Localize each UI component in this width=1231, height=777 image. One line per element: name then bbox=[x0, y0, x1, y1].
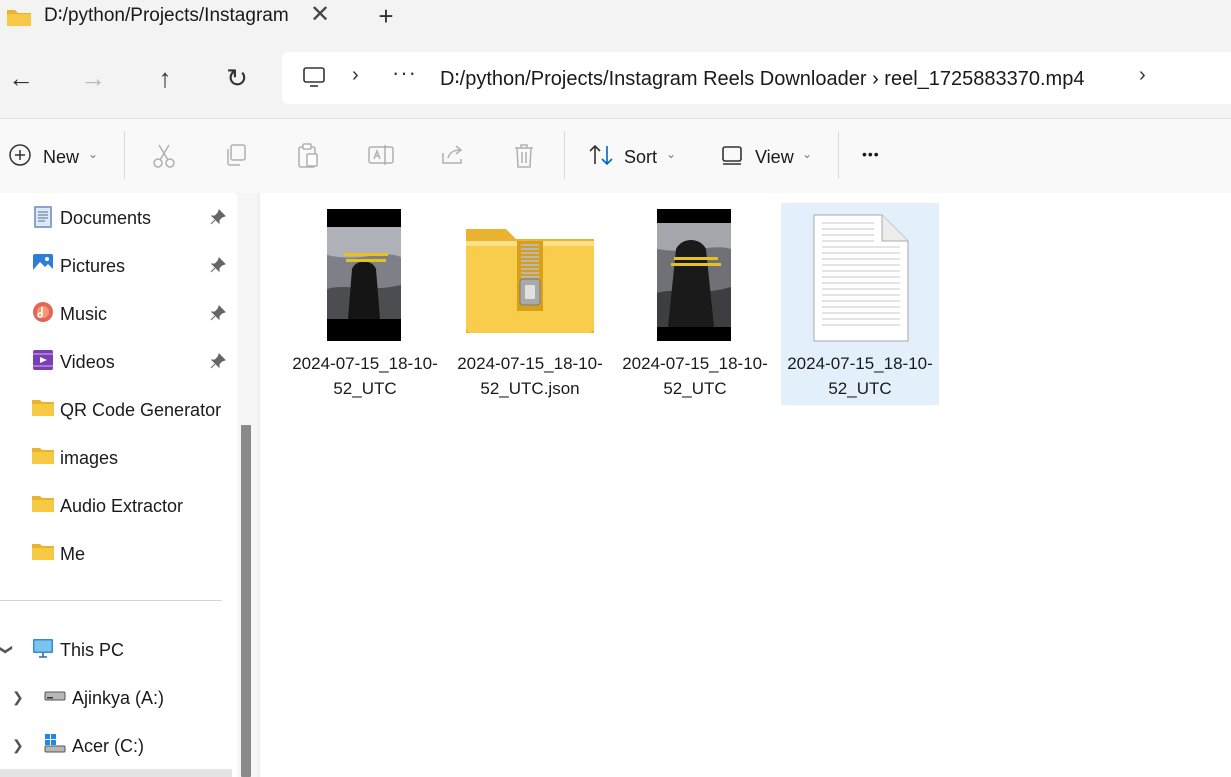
documents-icon bbox=[32, 205, 54, 234]
sort-label: Sort bbox=[624, 147, 658, 167]
file-name: 2024-07-15_18-10-52_UTC.json bbox=[457, 354, 603, 398]
sidebar-item-images[interactable]: images bbox=[0, 437, 236, 477]
forward-button[interactable]: → bbox=[78, 63, 108, 93]
file-name: 2024-07-15_18-10-52_UTC bbox=[787, 354, 933, 398]
sidebar-item-label: Ajinkya (A:) bbox=[72, 688, 165, 708]
tab-title: D∶/python/Projects/Instagram Reels Downl… bbox=[44, 5, 294, 26]
close-icon[interactable]: ✕ bbox=[308, 3, 332, 27]
plus-circle-icon bbox=[8, 143, 32, 172]
file-item[interactable]: 2024-07-15_18-10-52_UTC bbox=[616, 203, 774, 405]
sidebar-item-music[interactable]: Music bbox=[0, 293, 236, 333]
sidebar-item-label: This PC bbox=[60, 640, 125, 660]
navigation-bar: ← → ↑ ↻ › ··· D∶/python/Projects/Instagr… bbox=[0, 46, 1231, 118]
sidebar-item-drive-c[interactable]: ❯ Acer (C:) bbox=[0, 725, 236, 765]
sidebar-item-qr-code-generator[interactable]: QR Code Generator bbox=[0, 389, 236, 429]
address-bar[interactable]: › ··· D∶/python/Projects/Instagram Reels… bbox=[282, 52, 1231, 104]
chevron-right-icon[interactable]: ❯ bbox=[12, 689, 24, 706]
new-tab-button[interactable]: + bbox=[372, 2, 400, 30]
sidebar-item-label: Audio Extractor bbox=[60, 496, 184, 516]
navigation-pane: Documents Pictures Music Videos QR Code … bbox=[0, 193, 236, 777]
folder-icon bbox=[32, 493, 54, 518]
file-item-selected[interactable]: 2024-07-15_18-10-52_UTC bbox=[781, 203, 939, 405]
sidebar-item-label: images bbox=[60, 448, 119, 468]
text-document-icon bbox=[781, 209, 939, 345]
chevron-down-icon: ⌄ bbox=[802, 147, 813, 161]
sidebar-item-pictures[interactable]: Pictures bbox=[0, 245, 236, 285]
view-icon bbox=[720, 143, 744, 172]
computer-icon bbox=[32, 637, 54, 664]
sidebar-item-videos[interactable]: Videos bbox=[0, 341, 236, 381]
folder-icon bbox=[32, 397, 54, 422]
sidebar-item-label: QR Code Generator bbox=[60, 400, 222, 420]
chevron-down-icon: ⌄ bbox=[666, 147, 677, 161]
monitor-icon[interactable] bbox=[302, 65, 326, 94]
view-label: View bbox=[755, 147, 794, 167]
chevron-down-icon[interactable]: ❯ bbox=[0, 644, 14, 656]
pin-icon[interactable] bbox=[210, 257, 226, 278]
file-name: 2024-07-15_18-10-52_UTC bbox=[292, 354, 438, 398]
music-icon bbox=[32, 301, 54, 328]
image-thumbnail bbox=[616, 209, 774, 345]
sidebar-item-me[interactable]: Me bbox=[0, 533, 236, 573]
delete-icon[interactable] bbox=[512, 143, 536, 174]
videos-icon bbox=[32, 349, 54, 376]
copy-icon[interactable] bbox=[224, 143, 248, 172]
breadcrumb-more-button[interactable]: ··· bbox=[392, 60, 417, 86]
sidebar-item-partial[interactable] bbox=[0, 769, 232, 777]
pin-icon[interactable] bbox=[210, 209, 226, 230]
zip-folder-icon bbox=[451, 209, 609, 345]
chevron-down-icon: ⌄ bbox=[88, 147, 99, 161]
sidebar-item-documents[interactable]: Documents bbox=[0, 197, 236, 237]
windows-drive-icon bbox=[44, 733, 66, 758]
back-button[interactable]: ← bbox=[6, 63, 36, 93]
command-bar: New ⌄ Sort ⌄ View ⌄ ••• bbox=[0, 118, 1231, 194]
file-view[interactable]: 2024-07-15_18-10-52_UTC 2024-07-15_18-10… bbox=[260, 193, 1231, 777]
cut-icon[interactable] bbox=[152, 143, 176, 174]
sidebar-item-drive-a[interactable]: ❯ Ajinkya (A:) bbox=[0, 677, 236, 717]
paste-icon[interactable] bbox=[296, 143, 320, 174]
sort-icon bbox=[588, 143, 616, 172]
folder-icon bbox=[32, 541, 54, 566]
drive-icon bbox=[44, 689, 66, 708]
sidebar-item-this-pc[interactable]: ❯ This PC bbox=[0, 629, 236, 669]
refresh-button[interactable]: ↻ bbox=[222, 63, 252, 93]
tab-active[interactable]: D∶/python/Projects/Instagram Reels Downl… bbox=[0, 0, 353, 40]
pictures-icon bbox=[32, 253, 54, 280]
sidebar-item-label: Acer (C:) bbox=[72, 736, 144, 756]
rename-icon[interactable] bbox=[368, 143, 394, 172]
scrollbar-thumb[interactable] bbox=[241, 425, 251, 777]
separator bbox=[124, 131, 125, 179]
sidebar-item-label: Videos bbox=[60, 352, 115, 372]
file-item[interactable]: 2024-07-15_18-10-52_UTC bbox=[286, 203, 444, 405]
more-options-button[interactable]: ••• bbox=[862, 143, 880, 165]
sidebar-item-label: Me bbox=[60, 544, 86, 564]
breadcrumb-chevron-icon[interactable]: › bbox=[352, 64, 359, 87]
new-label: New bbox=[43, 147, 80, 167]
folder-icon bbox=[32, 445, 54, 470]
separator bbox=[564, 131, 565, 179]
sidebar-divider bbox=[0, 600, 222, 601]
breadcrumb[interactable]: D∶/python/Projects/Instagram Reels Downl… bbox=[440, 67, 1084, 91]
file-item[interactable]: 2024-07-15_18-10-52_UTC.json bbox=[451, 203, 609, 405]
breadcrumb-chevron-icon[interactable]: › bbox=[1139, 64, 1146, 87]
tab-strip: D∶/python/Projects/Instagram Reels Downl… bbox=[0, 0, 1231, 46]
pin-icon[interactable] bbox=[210, 305, 226, 326]
up-button[interactable]: ↑ bbox=[150, 63, 180, 93]
sidebar-item-audio-extractor[interactable]: Audio Extractor bbox=[0, 485, 236, 525]
video-thumbnail bbox=[286, 209, 444, 345]
file-name: 2024-07-15_18-10-52_UTC bbox=[622, 354, 768, 398]
sidebar-item-label: Documents bbox=[60, 208, 152, 228]
separator bbox=[838, 131, 839, 179]
pin-icon[interactable] bbox=[210, 353, 226, 374]
sidebar-item-label: Music bbox=[60, 304, 108, 324]
share-icon[interactable] bbox=[440, 143, 466, 172]
sidebar-item-label: Pictures bbox=[60, 256, 126, 276]
chevron-right-icon[interactable]: ❯ bbox=[12, 737, 24, 754]
folder-icon bbox=[6, 7, 32, 32]
